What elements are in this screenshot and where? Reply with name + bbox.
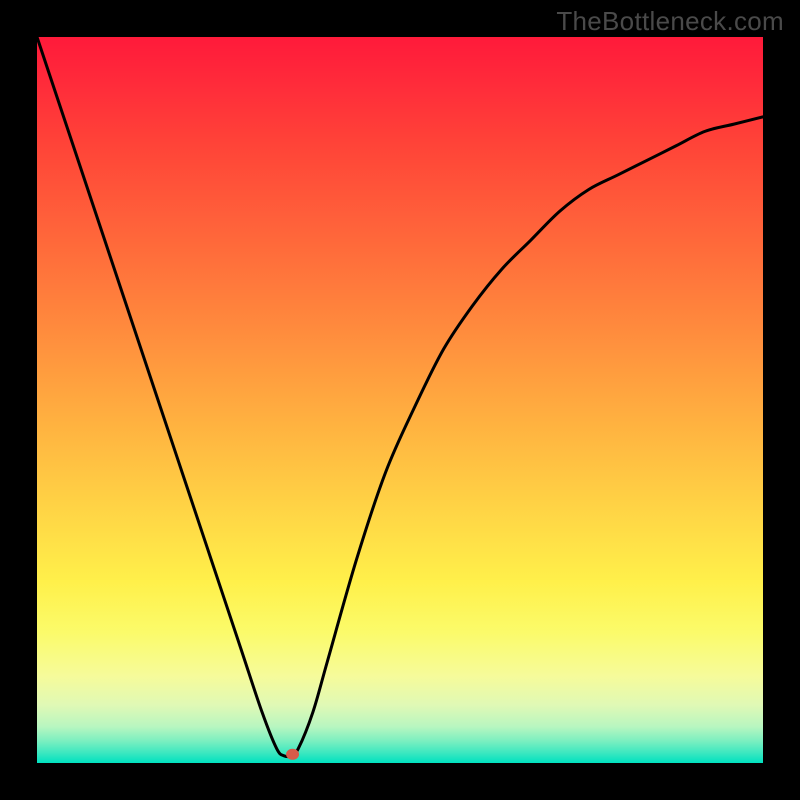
curve-svg <box>37 37 763 763</box>
bottleneck-curve <box>37 37 763 757</box>
minimum-marker <box>287 749 299 759</box>
watermark-text: TheBottleneck.com <box>556 6 784 37</box>
chart-frame: TheBottleneck.com <box>0 0 800 800</box>
plot-area <box>37 37 763 763</box>
